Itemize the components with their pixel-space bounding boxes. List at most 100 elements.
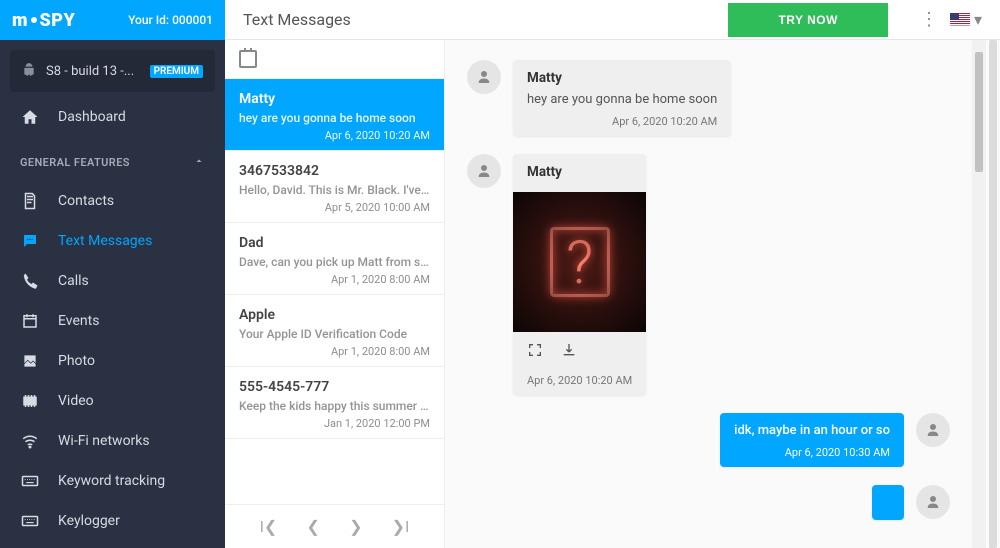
- sidebar-item-photo[interactable]: Photo: [0, 341, 225, 381]
- download-icon[interactable]: [561, 342, 577, 362]
- chat-scrollbar[interactable]: [972, 40, 986, 548]
- chevron-up-icon: [193, 155, 205, 170]
- wifi-icon: [20, 432, 40, 450]
- header-bar: Text Messages TRY NOW ⋮ ▾: [225, 0, 1000, 40]
- message-text: hey are you gonna be home soon: [527, 92, 717, 107]
- sidebar-nav: Dashboard GENERAL FEATURES Contacts Text…: [0, 97, 225, 548]
- sidebar-item-label: Wi-Fi networks: [58, 433, 150, 449]
- conv-preview: hey are you gonna be home soon: [239, 111, 430, 125]
- sidebar-item-label: Photo: [58, 353, 95, 369]
- conversation-column: Matty hey are you gonna be home soon Apr 6…: [225, 40, 445, 548]
- pager: I❮ ❮ ❯ ❯I: [225, 504, 444, 548]
- content-area: Matty hey are you gonna be home soon Apr 6…: [225, 40, 1000, 548]
- message-time: Apr 6, 2020 10:20 AM: [513, 366, 646, 391]
- sidebar-item-label: Text Messages: [58, 233, 152, 249]
- premium-badge: PREMIUM: [150, 65, 203, 78]
- incoming-message-row: Matty hey are you gonna be home soon Apr 6…: [467, 60, 950, 136]
- expand-icon[interactable]: [527, 342, 543, 362]
- home-icon: [20, 108, 40, 126]
- message-time: Apr 6, 2020 10:30 AM: [734, 446, 890, 459]
- conversation-item[interactable]: Dad Dave, can you pick up Matt from schoo…: [225, 223, 444, 295]
- android-icon: [22, 62, 36, 80]
- device-selector[interactable]: S8 - build 13 -... PREMIUM: [10, 50, 215, 92]
- avatar-icon: [916, 413, 950, 447]
- keyboard-icon: [20, 472, 40, 490]
- sidebar: mSPY Your Id: 000001 S8 - build 13 -... …: [0, 0, 225, 548]
- conv-preview: Dave, can you pick up Matt from schoo...: [239, 255, 430, 269]
- conv-time: Apr 5, 2020 10:00 AM: [239, 201, 430, 214]
- sidebar-item-calls[interactable]: Calls: [0, 261, 225, 301]
- message-bubble: idk, maybe in an hour or so Apr 6, 2020 1…: [720, 413, 904, 467]
- caret-down-icon: ▾: [974, 10, 982, 29]
- chat-column: Matty hey are you gonna be home soon Apr 6…: [445, 40, 986, 548]
- sidebar-item-dashboard[interactable]: Dashboard: [0, 97, 225, 137]
- sidebar-item-wifi[interactable]: Wi-Fi networks: [0, 421, 225, 461]
- sidebar-item-installed-apps[interactable]: Installed APPs: [0, 541, 225, 548]
- language-selector[interactable]: ▾: [950, 10, 982, 29]
- pager-first[interactable]: I❮: [260, 517, 278, 536]
- video-icon: [20, 392, 40, 410]
- incoming-message-row: Matty?Apr 6, 2020 10:20 AM: [467, 154, 950, 395]
- app-root: mSPY Your Id: 000001 S8 - build 13 -... …: [0, 0, 1000, 548]
- user-id-label: Your Id: 000001: [128, 13, 213, 27]
- chat-body: Matty hey are you gonna be home soon Apr 6…: [445, 40, 972, 548]
- calendar-icon: [20, 312, 40, 330]
- sidebar-item-label: Calls: [58, 273, 89, 289]
- brand-dot-icon: [31, 17, 37, 23]
- pager-next[interactable]: ❯: [349, 517, 362, 536]
- brand-logo: mSPY: [12, 10, 75, 31]
- sidebar-item-label: Contacts: [58, 193, 114, 209]
- conversation-item[interactable]: 555-4545-777Keep the kids happy this sum…: [225, 367, 444, 439]
- sidebar-item-keylogger[interactable]: Keylogger: [0, 501, 225, 541]
- calendar-outline-icon: [239, 50, 257, 68]
- date-filter-row[interactable]: [225, 40, 444, 79]
- conv-name: Apple: [239, 307, 430, 323]
- outgoing-message-row: idk, maybe in an hour or so Apr 6, 2020 1…: [467, 413, 950, 467]
- keyboard-alt-icon: [20, 512, 40, 530]
- message-sender: Matty: [527, 70, 717, 86]
- scrollbar-thumb[interactable]: [975, 52, 983, 172]
- sidebar-top-bar: mSPY Your Id: 000001: [0, 0, 225, 40]
- conv-preview: Your Apple ID Verification Code: [239, 327, 430, 341]
- header-right-controls: ⋮ ▾: [920, 9, 982, 30]
- sidebar-section-general[interactable]: GENERAL FEATURES: [0, 137, 225, 181]
- conv-time: Apr 1, 2020 8:00 AM: [239, 273, 430, 286]
- avatar-icon: [467, 60, 501, 94]
- outgoing-message-row: .: [467, 485, 950, 520]
- conv-name: Matty: [239, 91, 430, 107]
- sidebar-item-label: Dashboard: [58, 109, 126, 125]
- page-scrollbar[interactable]: [986, 40, 1000, 548]
- conversation-item[interactable]: Matty hey are you gonna be home soon Apr 6…: [225, 79, 444, 151]
- chat-icon: [20, 232, 40, 250]
- conversation-item[interactable]: Apple Your Apple ID Verification Code Apr …: [225, 295, 444, 367]
- sidebar-item-contacts[interactable]: Contacts: [0, 181, 225, 221]
- avatar-icon: [467, 154, 501, 188]
- main-pane: Text Messages TRY NOW ⋮ ▾ Matty hey are y…: [225, 0, 1000, 548]
- conv-time: Apr 1, 2020 8:00 AM: [239, 345, 430, 358]
- avatar-icon: [916, 485, 950, 519]
- sidebar-item-keyword-tracking[interactable]: Keyword tracking: [0, 461, 225, 501]
- pager-last[interactable]: ❯I: [392, 517, 410, 536]
- conversation-item[interactable]: 3467533842Hello, David. This is Mr. Blac…: [225, 151, 444, 223]
- sidebar-item-events[interactable]: Events: [0, 301, 225, 341]
- message-bubble: .: [872, 485, 904, 520]
- conv-time: Apr 6, 2020 10:20 AM: [239, 129, 430, 142]
- pager-prev[interactable]: ❮: [307, 517, 320, 536]
- message-text: idk, maybe in an hour or so: [734, 423, 890, 438]
- conv-time: Jan 1, 2020 12:00 PM: [239, 417, 430, 430]
- sidebar-item-text-messages[interactable]: Text Messages: [0, 221, 225, 261]
- brand-m: m: [12, 10, 28, 31]
- kebab-menu-icon[interactable]: ⋮: [920, 9, 938, 30]
- conv-name: 555-4545-777: [239, 379, 430, 395]
- phone-icon: [20, 272, 40, 290]
- message-bubble: Matty?Apr 6, 2020 10:20 AM: [513, 154, 646, 395]
- image-icon: [20, 352, 40, 370]
- message-image[interactable]: ?: [513, 192, 646, 332]
- conv-name: Dad: [239, 235, 430, 251]
- sidebar-item-video[interactable]: Video: [0, 381, 225, 421]
- message-time: Apr 6, 2020 10:20 AM: [527, 115, 717, 128]
- try-now-button[interactable]: TRY NOW: [728, 3, 888, 37]
- conv-name: 3467533842: [239, 163, 430, 179]
- sidebar-item-label: Keylogger: [58, 513, 120, 529]
- page-scrollbar-thumb[interactable]: [989, 40, 997, 548]
